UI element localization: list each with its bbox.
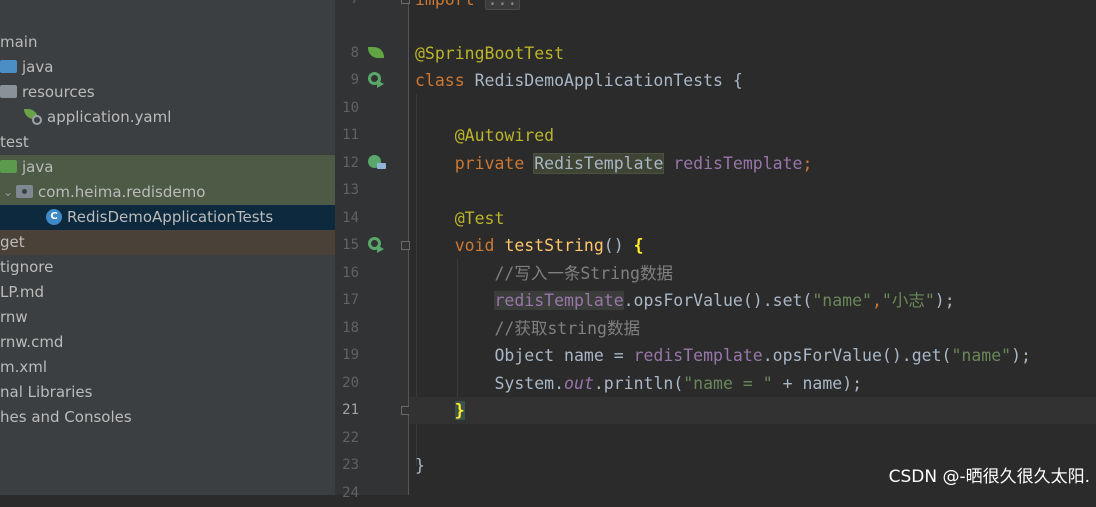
tree-item-target[interactable]: get [0, 230, 335, 255]
folder-icon [0, 60, 17, 73]
code-line-15: void testString() { [454, 236, 644, 255]
line-number: 18 [342, 320, 359, 336]
code-line-8: @SpringBootTest [415, 44, 565, 63]
resources-folder-icon [0, 85, 17, 98]
chevron-down-icon[interactable]: ⌄ [0, 180, 16, 205]
code-line-12: private RedisTemplate redisTemplate; [454, 153, 813, 174]
code-line-18: //获取string数据 [494, 319, 640, 338]
test-class-icon: C [46, 208, 62, 225]
tree-item-main-java[interactable]: java [0, 55, 335, 80]
package-icon [16, 185, 33, 198]
line-number: 22 [342, 430, 359, 446]
line-number: 8 [350, 45, 359, 61]
tree-item-gitignore[interactable]: tignore [0, 255, 335, 280]
editor-gutter: 7 8 9 10 11 12 13 14 15 16 17 18 19 20 2… [335, 0, 410, 501]
test-folder-icon [0, 160, 17, 173]
tree-item-help-md[interactable]: LP.md [0, 280, 335, 305]
line-number: 24 [342, 485, 359, 501]
tree-item-package[interactable]: ⌄ com.heima.redisdemo [0, 180, 335, 205]
matched-brace: } [454, 401, 465, 420]
code-line-11: @Autowired [454, 126, 555, 145]
run-test-class-icon[interactable] [368, 72, 386, 88]
line-number: 11 [342, 127, 359, 143]
tree-item-pom-xml[interactable]: m.xml [0, 355, 335, 380]
line-number: 12 [342, 155, 359, 171]
tree-item-application-yaml[interactable]: application.yaml [0, 105, 335, 130]
line-number: 10 [342, 100, 359, 116]
code-editor[interactable]: import ... @SpringBootTest class RedisDe… [409, 0, 1096, 495]
tree-item-resources[interactable]: resources [0, 80, 335, 105]
code-line-14: @Test [454, 209, 505, 228]
tree-item-mvnw-cmd[interactable]: rnw.cmd [0, 330, 335, 355]
line-number: 23 [342, 457, 359, 473]
run-test-method-icon[interactable] [368, 237, 386, 253]
code-line-20: System.out.println("name = " + name); [494, 374, 863, 393]
line-number: 20 [342, 375, 359, 391]
tree-item-scratches[interactable]: hes and Consoles [0, 405, 335, 430]
line-number: 15 [342, 237, 359, 253]
code-line-7: import ... [409, 0, 1096, 13]
csdn-watermark: CSDN @-晒很久很久太阳. [888, 467, 1090, 487]
code-line-9: class RedisDemoApplicationTests { [415, 71, 743, 90]
tree-item-external-libraries[interactable]: nal Libraries [0, 380, 335, 405]
line-number: 16 [342, 265, 359, 281]
line-number: 17 [342, 292, 359, 308]
tree-item-mvnw[interactable]: rnw [0, 305, 335, 330]
line-number: 7 [335, 0, 359, 13]
line-number: 13 [342, 182, 359, 198]
autowired-bean-navigate-icon[interactable] [368, 155, 386, 171]
tree-item-test[interactable]: test [0, 130, 335, 155]
code-line-21-current: } [409, 397, 1096, 424]
line-number-current: 21 [342, 402, 359, 418]
project-tree-panel: main java resources application.yaml tes… [0, 0, 335, 495]
code-line-19: Object name = redisTemplate.opsForValue(… [494, 346, 1031, 365]
code-line-16: //写入一条String数据 [494, 264, 673, 283]
line-number: 14 [342, 210, 359, 226]
tree-item-main[interactable]: main [0, 30, 335, 55]
line-number: 9 [350, 72, 359, 88]
code-line-17: redisTemplate.opsForValue().set("name","… [494, 291, 955, 310]
line-number: 19 [342, 347, 359, 363]
spring-yaml-icon [24, 108, 42, 125]
spring-bean-icon[interactable] [368, 45, 386, 61]
tree-item-test-java[interactable]: java [0, 155, 335, 180]
tree-item-test-class[interactable]: C RedisDemoApplicationTests [0, 205, 335, 230]
folded-imports[interactable]: ... [484, 0, 521, 10]
